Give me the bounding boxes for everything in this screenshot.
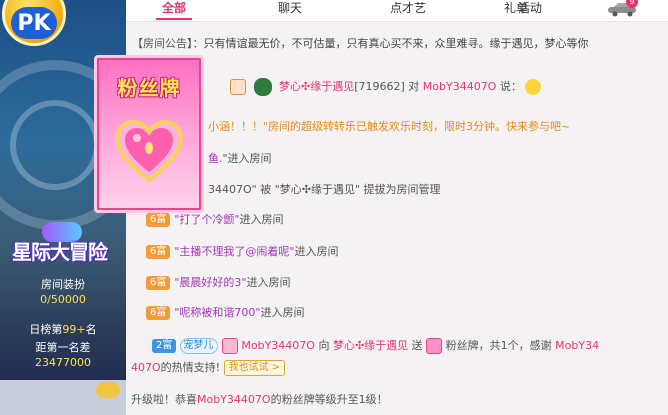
wealth-badge: 6富	[146, 306, 171, 320]
chat-message-8: 6富 "呢称被和谐700"进入房间	[146, 304, 305, 324]
m9-to: 向	[314, 339, 333, 352]
chat-message-1: 梦心✣缘于遇见[719662] 对 MobY34407O 说：	[230, 78, 542, 98]
emoji-icon	[525, 79, 542, 95]
m3-name[interactable]: 鱼.	[208, 152, 223, 165]
m1-to: 对	[404, 80, 423, 93]
m9-line2-user[interactable]: 407O	[131, 361, 161, 374]
m9-user[interactable]: MobY34407O	[241, 339, 315, 352]
pk-label: PK	[11, 7, 57, 39]
m1-target[interactable]: MobY34407O	[423, 80, 497, 93]
wealth-badge: 2富	[152, 339, 177, 353]
fan-card-gift-icon	[426, 338, 443, 354]
left-bottom-bar	[0, 380, 126, 415]
m3-rest: "进入房间	[222, 152, 272, 165]
m6-rest: 进入房间	[294, 245, 339, 258]
notice-tag: 【房间公告】：	[132, 37, 204, 50]
chat-message-9-cont: 407O的热情支持! 我也试试 >	[131, 359, 286, 379]
try-it-button[interactable]: 我也试试 >	[223, 360, 286, 376]
tab-activity[interactable]: 活动	[518, 0, 542, 22]
m7-rest: 进入房间	[246, 276, 291, 289]
m10-prefix: 升级啦！恭喜	[131, 393, 197, 406]
m9-line2-rest: 的热情支持!	[160, 361, 221, 374]
daily-rank-num: 99+	[62, 323, 86, 336]
m8-rest: 进入房间	[260, 306, 305, 319]
tab-bar: 全部 聊天 点才艺 礼单 活动 9	[126, 0, 668, 22]
pet-tag: 宠梦儿	[180, 338, 219, 354]
chat-panel: 全部 聊天 点才艺 礼单 活动 9 【房间公告】：只有情谊最无价，不可估量，只有…	[126, 0, 668, 415]
pk-button[interactable]: PK	[2, 0, 66, 46]
left-bottom-button[interactable]	[96, 382, 120, 398]
tab-all[interactable]: 全部	[155, 0, 193, 22]
chat-message-9: 2富 宠梦儿 MobY34407O 向 梦心✣缘于遇见 送 粉丝牌，共1个，感谢 …	[152, 337, 599, 357]
fan-background-decoration-inner	[10, 100, 100, 190]
m9-send: 送	[408, 339, 427, 352]
room-notice: 【房间公告】：只有情谊最无价，不可估量，只有真心买不来，众里难寻。缘于遇见，梦心…	[132, 35, 662, 55]
notice-text: 只有情谊最无价，不可估量，只有真心买不来，众里难寻。缘于遇见，梦心等你	[203, 37, 589, 50]
chat-message-6: 6富 "主播不理我了@闹着呢"进入房间	[146, 243, 339, 263]
room-decor-value: 0/50000	[40, 293, 86, 306]
m6-name[interactable]: "主播不理我了@闹着呢"	[174, 245, 294, 258]
chat-message-2: 小涵！！！"房间的超级转转乐已触发欢乐时刻，限时3分钟。快来参与吧~	[208, 120, 571, 133]
gift-box-icon	[230, 79, 246, 95]
event-banner[interactable]: 星际大冒险	[4, 222, 122, 278]
m9-thanks-user[interactable]: MobY34	[555, 339, 599, 352]
m7-name[interactable]: "晨晨好好的3"	[174, 276, 246, 289]
m1-id: [719662]	[354, 80, 405, 93]
chat-message-3: 鱼."进入房间	[208, 150, 272, 170]
room-decor-label: 房间装扮	[41, 278, 85, 291]
chat-message-5: 6富 "打了个冷颤"进入房间	[146, 211, 284, 231]
chat-message-4: 34407O" 被 "梦心✣缘于遇见" 提拔为房间管理	[208, 183, 441, 196]
m5-name[interactable]: "打了个冷颤"	[174, 213, 239, 226]
tab-talent[interactable]: 点才艺	[390, 0, 426, 22]
chat-message-7: 6富 "晨晨好好的3"进入房间	[146, 274, 291, 294]
medal-icon	[253, 78, 272, 96]
m8-name[interactable]: "呢称被和谐700"	[174, 306, 260, 319]
avatar	[221, 338, 238, 354]
pet-tag-label: 宠梦儿	[183, 340, 214, 351]
wealth-badge: 6富	[146, 276, 171, 290]
gap-label: 距第一名差	[35, 341, 91, 354]
event-title: 星际大冒险	[12, 240, 108, 264]
m10-user[interactable]: MobY34407O	[197, 393, 271, 406]
gap-value: 23477000	[35, 356, 91, 369]
tab-chat[interactable]: 聊天	[278, 0, 302, 22]
wealth-badge: 6富	[146, 245, 171, 259]
fan-card-title: 粉丝牌	[117, 76, 181, 100]
fan-card-popup: 粉丝牌	[94, 55, 204, 213]
daily-rank: 日榜第99+名	[0, 321, 126, 337]
m9-host[interactable]: 梦心✣缘于遇见	[333, 339, 408, 352]
m10-rest: 的粉丝牌等级升至1级！	[270, 393, 388, 406]
wealth-badge: 6富	[146, 213, 171, 227]
daily-rank-prefix: 日榜第	[29, 323, 63, 336]
daily-rank-suffix: 名	[85, 323, 97, 336]
heart-icon	[115, 119, 183, 183]
m9-gift: 粉丝牌，共1个，感谢	[442, 339, 556, 352]
m5-rest: 进入房间	[239, 213, 284, 226]
chat-message-10: 升级啦！恭喜MobY34407O的粉丝牌等级升至1级！	[131, 391, 388, 411]
m1-say: 说：	[496, 80, 522, 93]
m1-user[interactable]: 梦心✣缘于遇见	[279, 80, 354, 93]
